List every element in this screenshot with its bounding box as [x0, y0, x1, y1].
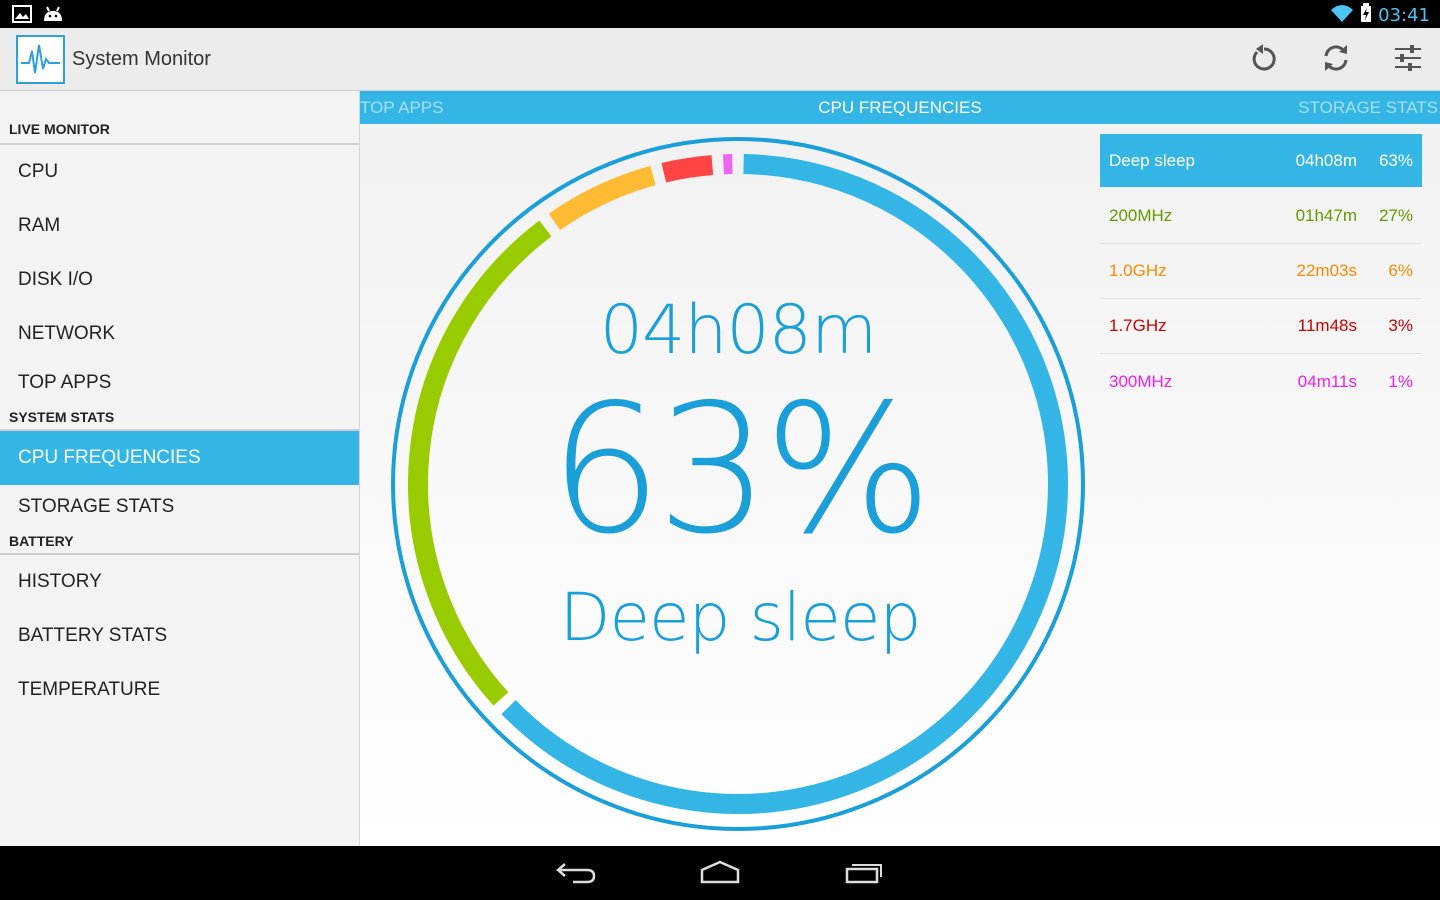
- navigation-bar: [0, 846, 1440, 900]
- app-logo-icon[interactable]: [16, 35, 65, 84]
- sidebar: LIVE MONITOR CPU RAM DISK I/O NETWORK TO…: [0, 91, 360, 846]
- ring-segment-3: [661, 155, 714, 183]
- sidebar-item-storage-stats[interactable]: STORAGE STATS: [0, 485, 359, 529]
- gauge-time: 04h08m: [599, 291, 877, 370]
- section-header-system-stats: SYSTEM STATS: [0, 405, 359, 431]
- image-icon: [12, 5, 32, 28]
- frequency-name: Deep sleep: [1109, 150, 1196, 170]
- wifi-icon: [1330, 3, 1354, 28]
- frequency-time: 04h08m: [1295, 150, 1357, 170]
- frequency-time: 01h47m: [1295, 206, 1357, 225]
- frequency-row-200mhz[interactable]: 200MHz 01h47m 27%: [1100, 189, 1422, 244]
- frequency-percent: 1%: [1388, 371, 1413, 391]
- android-icon: [42, 5, 64, 28]
- back-button[interactable]: [551, 860, 601, 888]
- section-header-live-monitor: LIVE MONITOR: [0, 91, 359, 145]
- gauge-state: Deep sleep: [559, 579, 922, 656]
- frequency-name: 1.7GHz: [1109, 316, 1167, 335]
- sidebar-item-disk-io[interactable]: DISK I/O: [0, 253, 359, 307]
- frequency-name: 1.0GHz: [1109, 261, 1167, 280]
- sidebar-item-temperature[interactable]: TEMPERATURE: [0, 663, 359, 717]
- frequency-name: 200MHz: [1109, 206, 1173, 225]
- frequency-percent: 63%: [1378, 150, 1413, 170]
- frequency-percent: 27%: [1378, 206, 1413, 225]
- sidebar-item-cpu[interactable]: CPU: [0, 145, 359, 199]
- refresh-button[interactable]: [1318, 42, 1354, 78]
- tab-cpu-frequencies[interactable]: CPU FREQUENCIES: [360, 98, 1440, 118]
- sidebar-item-network[interactable]: NETWORK: [0, 307, 359, 361]
- action-bar: System Monitor: [0, 28, 1440, 91]
- settings-button[interactable]: [1390, 42, 1426, 78]
- reset-button[interactable]: [1246, 42, 1282, 78]
- home-button[interactable]: [695, 860, 745, 888]
- reset-icon: [1249, 43, 1279, 78]
- sidebar-item-history[interactable]: HISTORY: [0, 555, 359, 609]
- battery-charging-icon: [1360, 3, 1372, 28]
- settings-sliders-icon: [1393, 43, 1423, 78]
- frequency-row-deep-sleep[interactable]: Deep sleep 04h08m 63%: [1100, 134, 1422, 187]
- sidebar-item-top-apps[interactable]: TOP APPS: [0, 361, 359, 405]
- frequency-percent: 6%: [1388, 261, 1413, 280]
- frequency-row-1-7ghz[interactable]: 1.7GHz 11m48s 3%: [1100, 299, 1422, 354]
- frequency-name: 300MHz: [1109, 371, 1173, 391]
- sidebar-item-battery-stats[interactable]: BATTERY STATS: [0, 609, 359, 663]
- recents-icon: [844, 860, 886, 889]
- status-bar: 03:41: [0, 0, 1440, 28]
- sidebar-item-ram[interactable]: RAM: [0, 199, 359, 253]
- refresh-icon: [1321, 43, 1351, 78]
- back-icon: [555, 860, 597, 889]
- sidebar-item-cpu-frequencies[interactable]: CPU FREQUENCIES: [0, 431, 359, 485]
- main-content: CPU FREQUENCIES TOP APPS STORAGE STATS 0…: [360, 91, 1440, 846]
- tab-storage-stats[interactable]: STORAGE STATS: [1298, 98, 1438, 118]
- home-icon: [698, 860, 742, 889]
- frequency-time: 11m48s: [1297, 316, 1357, 335]
- frequency-row-300mhz[interactable]: 300MHz 04m11s 1%: [1100, 354, 1422, 409]
- status-clock: 03:41: [1378, 5, 1430, 26]
- tab-top-apps[interactable]: TOP APPS: [360, 98, 443, 118]
- section-header-battery: BATTERY: [0, 529, 359, 555]
- recents-button[interactable]: [840, 860, 890, 888]
- frequency-percent: 3%: [1388, 316, 1413, 335]
- gauge-percent: 63%: [549, 366, 933, 573]
- frequency-time: 04m11s: [1297, 371, 1357, 391]
- frequency-time: 22m03s: [1296, 261, 1357, 280]
- app-title: System Monitor: [72, 48, 211, 70]
- frequency-row-1-0ghz[interactable]: 1.0GHz 22m03s 6%: [1100, 244, 1422, 299]
- tab-strip: CPU FREQUENCIES TOP APPS STORAGE STATS: [360, 91, 1440, 124]
- frequency-table: Deep sleep 04h08m 63% 200MHz 01h47m 27% …: [1100, 134, 1422, 409]
